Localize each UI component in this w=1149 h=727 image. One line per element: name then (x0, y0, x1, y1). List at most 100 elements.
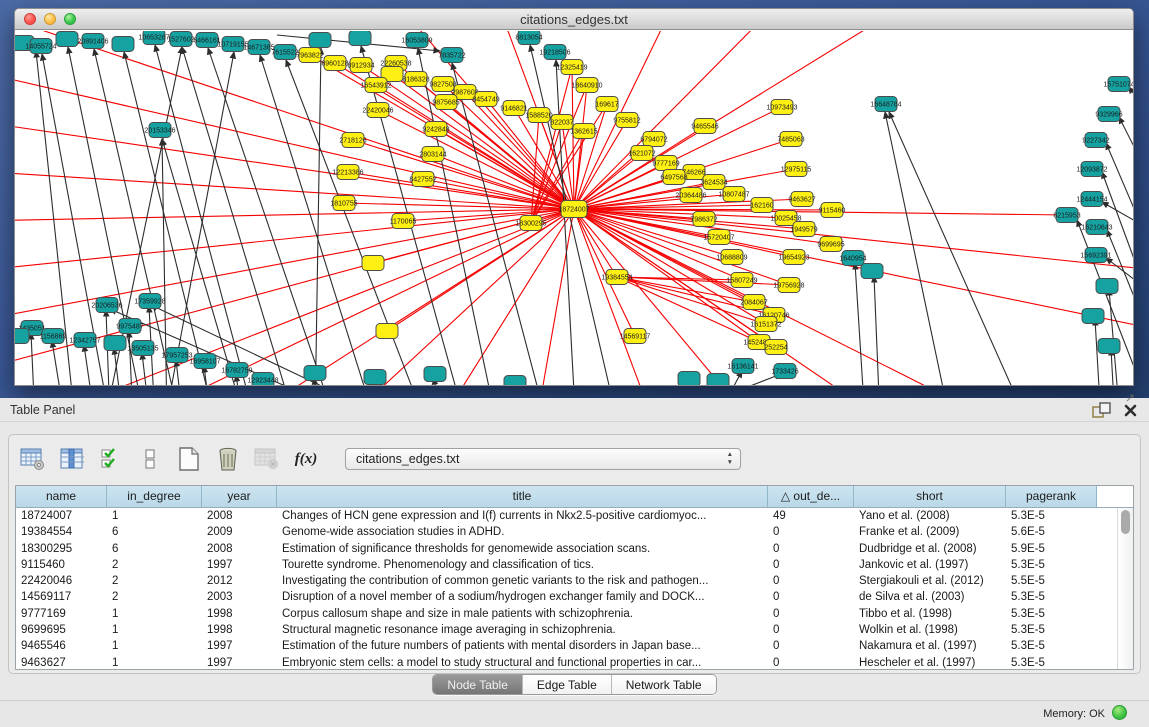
graph-node[interactable] (349, 31, 371, 46)
black-edge[interactable] (885, 112, 950, 386)
column-header-short[interactable]: short (854, 486, 1006, 507)
graph-node[interactable]: 1362615 (570, 124, 597, 139)
red-edge[interactable] (535, 209, 574, 386)
graph-node[interactable]: 9329966 (1095, 107, 1122, 122)
graph-node[interactable]: 3624534 (700, 175, 727, 190)
tab-edge-table[interactable]: Edge Table (523, 675, 612, 694)
cell-indegree[interactable]: 1 (107, 622, 202, 638)
graph-node[interactable] (376, 324, 398, 339)
cell-name[interactable]: 22420046 (16, 573, 107, 589)
graph-node[interactable]: 12342757 (69, 333, 100, 348)
cell-pagerank[interactable]: 5.3E-5 (1006, 606, 1097, 622)
cell-year[interactable]: 1998 (202, 606, 277, 622)
graph-node[interactable]: 19384554 (601, 270, 632, 285)
cell-year[interactable]: 1997 (202, 638, 277, 654)
cell-outde[interactable]: 0 (768, 524, 854, 540)
cell-pagerank[interactable]: 5.3E-5 (1006, 655, 1097, 669)
black-edge[interactable] (1128, 87, 1133, 128)
red-edge[interactable] (435, 209, 574, 386)
cell-name[interactable]: 9115460 (16, 557, 107, 573)
graph-node[interactable] (678, 372, 700, 387)
graph-node[interactable]: 162160 (750, 198, 773, 213)
delete-rows-icon[interactable] (214, 445, 242, 473)
citation-network-graph[interactable]: 1872400714055724208914061065328715276026… (15, 31, 1133, 386)
black-edge[interactable] (260, 55, 375, 386)
graph-node[interactable]: 6794072 (640, 132, 667, 147)
cell-short[interactable]: Wolkin et al. (1998) (854, 622, 1006, 638)
graph-node[interactable] (362, 256, 384, 271)
cell-name[interactable]: 19384554 (16, 524, 107, 540)
table-row[interactable]: 1938455462009Genome-wide association stu… (16, 524, 1117, 540)
graph-node[interactable]: 18724007 (558, 201, 589, 218)
black-edge[interactable] (84, 345, 95, 386)
graph-node[interactable]: 8912934 (347, 58, 374, 73)
graph-node[interactable]: 22420046 (362, 103, 393, 118)
graph-node[interactable]: 12975115 (781, 162, 812, 177)
graph-node[interactable]: 7963822 (296, 48, 323, 63)
graph-node[interactable] (56, 32, 78, 47)
cell-outde[interactable]: 0 (768, 589, 854, 605)
column-header-outde[interactable]: △ out_de... (768, 486, 854, 507)
graph-node[interactable]: 15807249 (726, 273, 757, 288)
cell-pagerank[interactable]: 5.3E-5 (1006, 557, 1097, 573)
cell-short[interactable]: Dudbridge et al. (2008) (854, 541, 1006, 557)
graph-node[interactable] (1082, 309, 1104, 324)
cell-indegree[interactable]: 2 (107, 573, 202, 589)
graph-node[interactable]: 12444154 (1076, 192, 1107, 207)
cell-outde[interactable]: 0 (768, 655, 854, 669)
graph-node[interactable]: 7485063 (777, 132, 804, 147)
cell-name[interactable]: 14569117 (16, 589, 107, 605)
graph-node[interactable]: 1733426 (771, 364, 798, 379)
black-edge[interactable] (1077, 220, 1133, 386)
cell-title[interactable]: Changes of HCN gene expression and I(f) … (277, 508, 768, 524)
cell-short[interactable]: Jankovic et al. (1997) (854, 557, 1006, 573)
graph-node[interactable]: 16958107 (189, 354, 220, 369)
graph-node[interactable]: 822037 (550, 115, 573, 130)
graph-node[interactable]: 2803144 (419, 147, 446, 162)
graph-node[interactable] (424, 367, 446, 382)
graph-node[interactable]: 12213386 (332, 165, 363, 180)
graph-node[interactable]: 16648784 (870, 97, 901, 112)
graph-node[interactable]: 14569117 (620, 329, 651, 344)
graph-node[interactable]: 9465546 (691, 119, 718, 134)
table-row[interactable]: 946362711997Embryonic stem cells: a mode… (16, 655, 1117, 669)
cell-short[interactable]: Franke et al. (2009) (854, 524, 1006, 540)
graph-node[interactable]: 9975487 (116, 319, 143, 334)
graph-node[interactable]: 6497568 (660, 170, 687, 185)
graph-node[interactable]: 16136141 (727, 359, 758, 374)
black-edge[interactable] (262, 385, 267, 386)
cell-indegree[interactable]: 2 (107, 589, 202, 605)
cell-year[interactable]: 2009 (202, 524, 277, 540)
table-selector-combobox[interactable]: citations_edges.txt ▲▼ (345, 448, 741, 470)
graph-node[interactable]: 8813054 (515, 31, 542, 45)
tab-network-table[interactable]: Network Table (612, 675, 716, 694)
graph-node[interactable]: 1810755 (330, 196, 357, 211)
cell-name[interactable]: 18724007 (16, 508, 107, 524)
cell-outde[interactable]: 0 (768, 606, 854, 622)
cell-short[interactable]: Hescheler et al. (1997) (854, 655, 1006, 669)
graph-node[interactable]: 9242848 (422, 122, 449, 137)
cell-name[interactable]: 18300295 (16, 541, 107, 557)
graph-node[interactable]: 20206536 (91, 298, 122, 313)
graph-node[interactable] (104, 336, 126, 351)
graph-node[interactable]: 1588520 (525, 108, 552, 123)
show-columns-icon[interactable] (58, 445, 86, 473)
column-header-year[interactable]: year (202, 486, 277, 507)
cell-name[interactable]: 9699695 (16, 622, 107, 638)
graph-node[interactable]: 17957253 (161, 348, 192, 363)
graph-node[interactable]: 20364486 (675, 188, 706, 203)
graph-node[interactable]: 10807487 (718, 187, 749, 202)
cell-short[interactable]: de Silva et al. (2003) (854, 589, 1006, 605)
cell-short[interactable]: Yano et al. (2008) (854, 508, 1006, 524)
graph-node[interactable]: 8215953 (1053, 208, 1080, 223)
column-header-indegree[interactable]: in_degree (107, 486, 202, 507)
red-edge[interactable] (574, 209, 975, 386)
cell-year[interactable]: 1997 (202, 655, 277, 669)
cell-outde[interactable]: 0 (768, 557, 854, 573)
black-edge[interactable] (142, 353, 150, 386)
cell-indegree[interactable]: 6 (107, 541, 202, 557)
new-table-icon[interactable] (175, 445, 203, 473)
function-builder-icon[interactable]: f(x) (292, 445, 320, 473)
black-edge[interactable] (1109, 289, 1120, 386)
graph-node[interactable]: 14055724 (25, 39, 56, 54)
